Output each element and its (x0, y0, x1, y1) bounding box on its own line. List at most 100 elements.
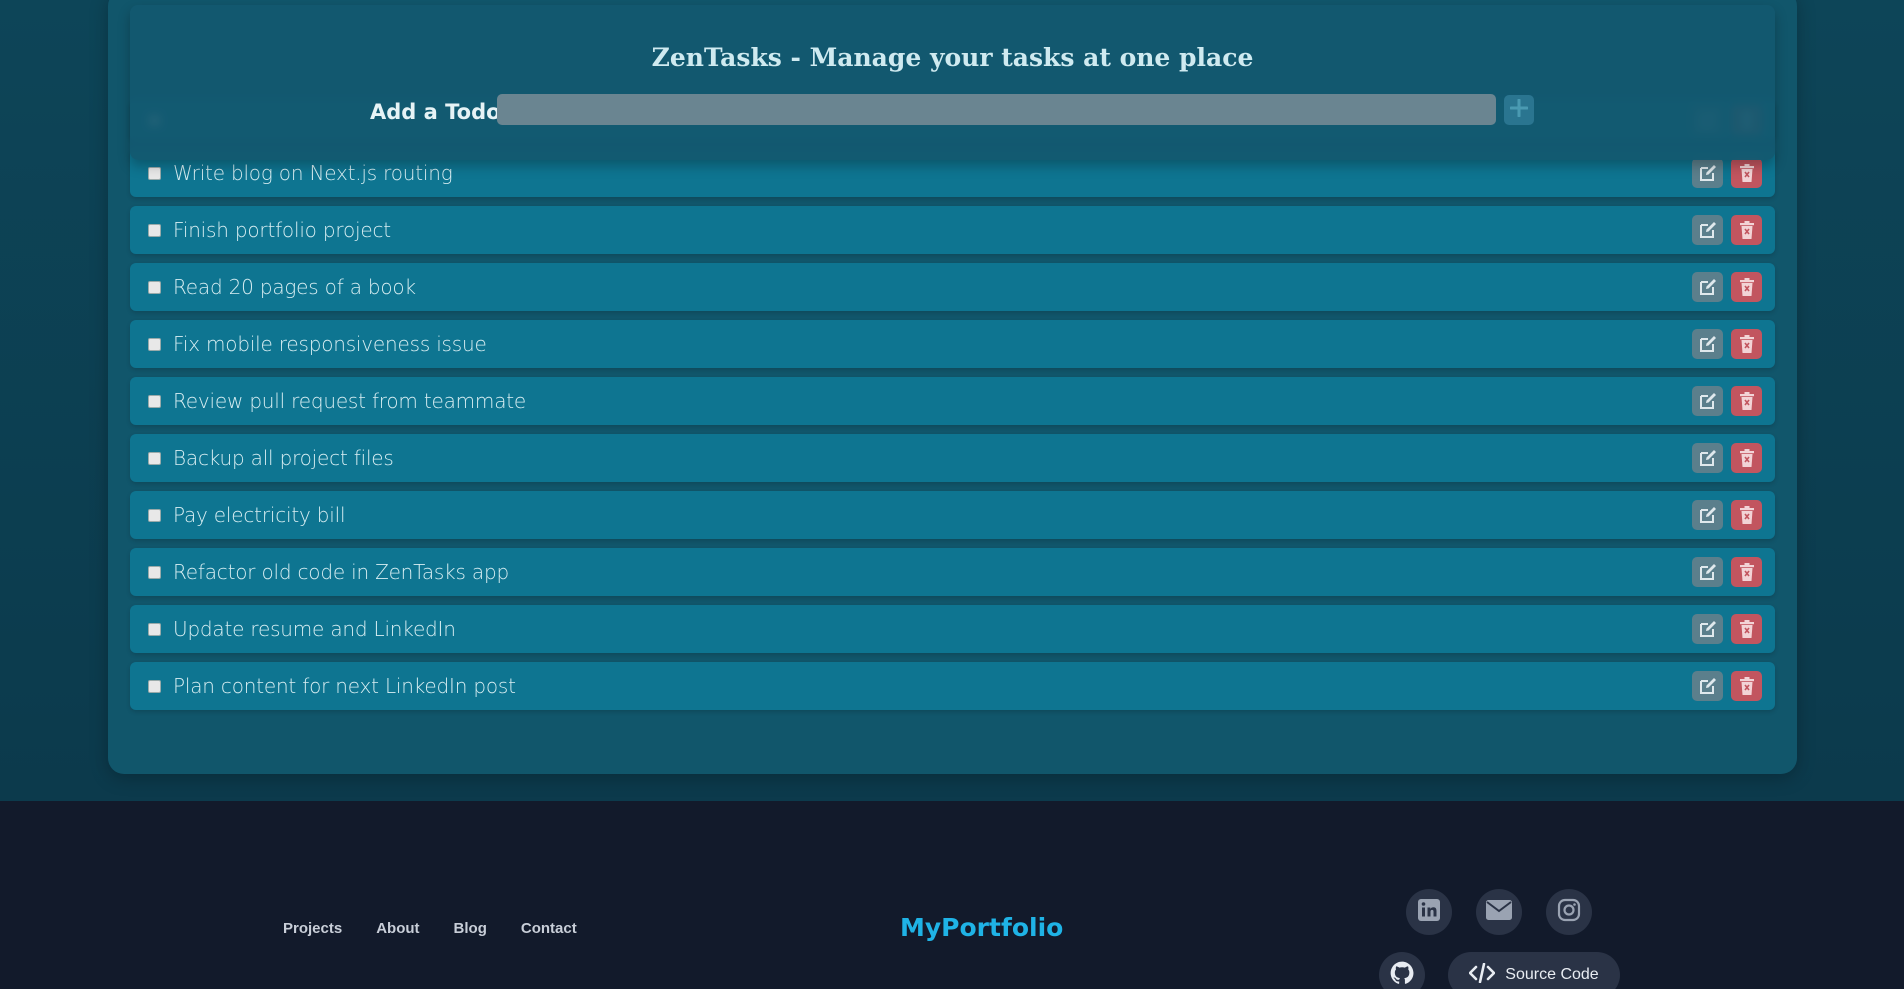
todo-actions (1692, 614, 1762, 644)
edit-icon (1698, 505, 1718, 525)
todo-actions (1692, 386, 1762, 416)
footer-link-contact[interactable]: Contact (521, 920, 577, 937)
edit-button[interactable] (1692, 272, 1723, 302)
instagram-icon (1557, 898, 1581, 927)
edit-icon (1698, 391, 1718, 411)
todo-item: Review pull request from teammate (130, 377, 1775, 425)
footer-link-blog[interactable]: Blog (454, 920, 487, 937)
edit-icon (1698, 163, 1718, 183)
edit-button[interactable] (1692, 500, 1723, 530)
edit-button[interactable] (1692, 443, 1723, 473)
todo-checkbox[interactable] (148, 394, 161, 408)
github-icon (1389, 960, 1415, 989)
trash-icon (1739, 620, 1754, 638)
trash-icon (1739, 221, 1754, 239)
delete-button[interactable] (1731, 272, 1762, 302)
delete-button[interactable] (1731, 500, 1762, 530)
delete-button[interactable] (1731, 386, 1762, 416)
todo-item: Read 20 pages of a book (130, 263, 1775, 311)
todo-checkbox[interactable] (148, 223, 161, 237)
todo-checkbox[interactable] (148, 280, 161, 294)
todo-item: Update resume and LinkedIn (130, 605, 1775, 653)
trash-icon (1739, 677, 1754, 695)
trash-icon (1739, 335, 1754, 353)
delete-button[interactable] (1731, 158, 1762, 188)
todo-checkbox[interactable] (148, 337, 161, 351)
todo-text: Backup all project files (173, 446, 394, 470)
todo-text: Refactor old code in ZenTasks app (173, 560, 509, 584)
delete-button[interactable] (1731, 443, 1762, 473)
trash-icon (1739, 392, 1754, 410)
footer-link-projects[interactable]: Projects (283, 920, 342, 937)
header-panel: ZenTasks - Manage your tasks at one plac… (130, 5, 1775, 160)
source-code-button[interactable]: Source Code (1448, 952, 1620, 989)
mail-icon (1486, 899, 1512, 925)
todo-actions (1692, 443, 1762, 473)
linkedin-icon (1417, 898, 1441, 927)
todo-list: Write blog on Next.js routing Finish port… (130, 100, 1775, 719)
todo-actions (1692, 500, 1762, 530)
todo-text: Update resume and LinkedIn (173, 617, 456, 641)
edit-button[interactable] (1692, 329, 1723, 359)
todo-checkbox[interactable] (148, 679, 161, 693)
page-title: ZenTasks - Manage your tasks at one plac… (651, 43, 1254, 72)
delete-button[interactable] (1731, 215, 1762, 245)
todo-actions (1692, 557, 1762, 587)
todo-item: Refactor old code in ZenTasks app (130, 548, 1775, 596)
todo-item: Pay electricity bill (130, 491, 1775, 539)
edit-icon (1698, 220, 1718, 240)
trash-icon (1739, 164, 1754, 182)
edit-button[interactable] (1692, 386, 1723, 416)
todo-checkbox[interactable] (148, 565, 161, 579)
github-button[interactable] (1379, 952, 1425, 989)
linkedin-button[interactable] (1406, 889, 1452, 935)
todo-actions (1692, 671, 1762, 701)
todo-checkbox[interactable] (148, 166, 161, 180)
trash-icon (1739, 506, 1754, 524)
todo-text: Finish portfolio project (173, 218, 391, 242)
page: Write blog on Next.js routing Finish port… (0, 0, 1904, 989)
todo-checkbox[interactable] (148, 451, 161, 465)
add-todo-label: Add a Todo (370, 100, 501, 124)
edit-icon (1698, 619, 1718, 639)
todo-item: Fix mobile responsiveness issue (130, 320, 1775, 368)
trash-icon (1739, 449, 1754, 467)
trash-icon (1739, 278, 1754, 296)
footer-nav: Projects About Blog Contact (283, 920, 577, 937)
todo-item: Plan content for next LinkedIn post (130, 662, 1775, 710)
add-todo-input[interactable] (497, 94, 1496, 125)
edit-icon (1698, 562, 1718, 582)
todo-actions (1692, 329, 1762, 359)
edit-button[interactable] (1692, 671, 1723, 701)
plus-icon (1509, 98, 1529, 122)
edit-button[interactable] (1692, 215, 1723, 245)
email-button[interactable] (1476, 889, 1522, 935)
todo-checkbox[interactable] (148, 508, 161, 522)
todo-text: Write blog on Next.js routing (173, 161, 453, 185)
add-todo-button[interactable] (1504, 95, 1534, 125)
delete-button[interactable] (1731, 614, 1762, 644)
todo-item: Finish portfolio project (130, 206, 1775, 254)
edit-button[interactable] (1692, 614, 1723, 644)
delete-button[interactable] (1731, 557, 1762, 587)
edit-button[interactable] (1692, 557, 1723, 587)
delete-button[interactable] (1731, 671, 1762, 701)
instagram-button[interactable] (1546, 889, 1592, 935)
source-code-label: Source Code (1505, 966, 1599, 983)
footer: Projects About Blog Contact MyPortfolio (0, 801, 1904, 989)
todo-text: Pay electricity bill (173, 503, 346, 527)
edit-button[interactable] (1692, 158, 1723, 188)
edit-icon (1698, 277, 1718, 297)
todo-actions (1692, 158, 1762, 188)
footer-link-about[interactable]: About (376, 920, 419, 937)
todo-text: Read 20 pages of a book (173, 275, 416, 299)
delete-button[interactable] (1731, 329, 1762, 359)
edit-icon (1698, 448, 1718, 468)
edit-icon (1698, 676, 1718, 696)
todo-checkbox[interactable] (148, 622, 161, 636)
trash-icon (1739, 563, 1754, 581)
todo-actions (1692, 215, 1762, 245)
footer-brand[interactable]: MyPortfolio (900, 913, 1063, 942)
todo-text: Plan content for next LinkedIn post (173, 674, 516, 698)
edit-icon (1698, 334, 1718, 354)
